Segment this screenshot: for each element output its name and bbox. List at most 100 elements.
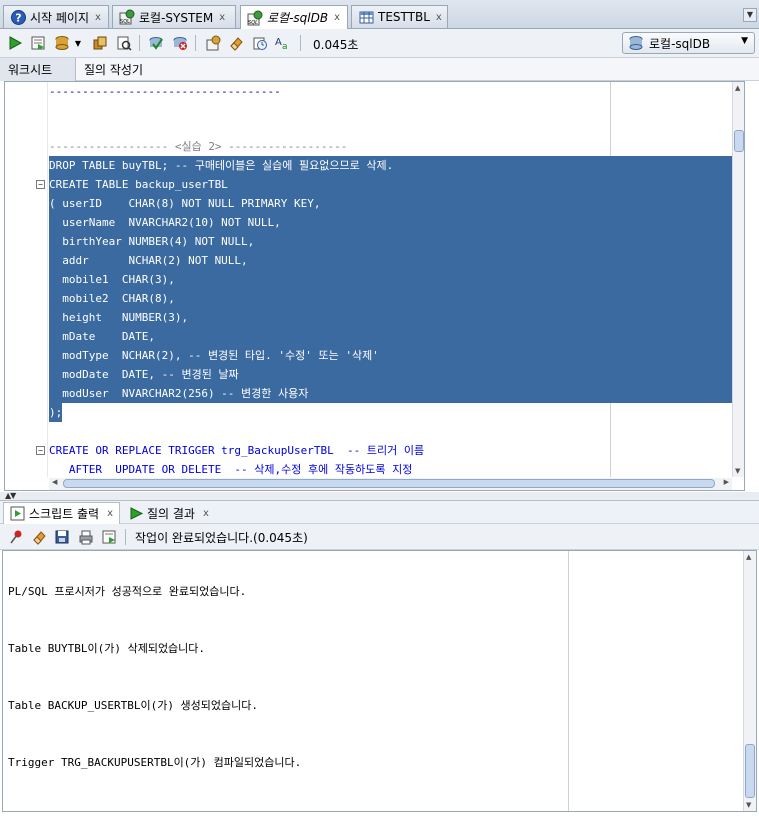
code-line-selected: CREATE TABLE backup_userTBL (49, 175, 733, 194)
pin-icon (10, 530, 22, 544)
tab-script-output[interactable]: 스크립트 출력 x (3, 502, 120, 524)
tab-label: 로컬-sqlDB (267, 11, 329, 25)
output-toolbar: 작업이 완료되었습니다.(0.045초) (0, 524, 759, 550)
pin-button[interactable] (6, 527, 26, 547)
run-script-button[interactable] (28, 33, 48, 53)
sql-worksheet-icon (206, 35, 221, 51)
editor-vertical-scrollbar[interactable]: ▲ ▼ (732, 82, 744, 477)
scroll-right-icon[interactable]: ▶ (724, 478, 729, 486)
output-vertical-scrollbar[interactable]: ▲ ▼ (743, 551, 756, 811)
svg-text:SQL: SQL (248, 20, 258, 26)
output-tabs: 스크립트 출력 x 질의 결과 x (0, 500, 759, 524)
print-output-button[interactable] (76, 527, 96, 547)
tab-label: 로컬-SYSTEM (139, 10, 214, 25)
tab-query-builder[interactable]: 질의 작성기 (76, 58, 151, 81)
tab-testtbl[interactable]: TESTTBL x (351, 5, 448, 28)
output-line: Table BACKUP_USERTBL이(가) 생성되었습니다. (8, 699, 259, 712)
tab-label: TESTTBL (378, 10, 430, 24)
save-output-button[interactable] (52, 527, 72, 547)
autotrace-button[interactable] (52, 33, 72, 53)
close-icon[interactable]: x (107, 508, 113, 519)
unshared-worksheet-button[interactable] (203, 33, 223, 53)
worksheet-subtabs: 워크시트 질의 작성기 (0, 58, 759, 81)
explain-plan-button[interactable] (90, 33, 110, 53)
gutter-divider (47, 82, 48, 477)
scroll-down-icon[interactable]: ▼ (746, 801, 751, 809)
code-line-selected: modDate DATE, -- 변경된 날짜 (49, 365, 733, 384)
right-margin-line (568, 551, 569, 811)
code-line-selected: modType NCHAR(2), -- 변경된 타입. '수정' 또는 '삭제… (49, 346, 733, 365)
code-line: ------------------ <실습 2> --------------… (49, 140, 348, 153)
svg-text:?: ? (15, 11, 21, 24)
toolbar-separator (195, 35, 196, 51)
worksheet-toolbar: ▼ Aa 0.045초 로컬-sqlDB ▼ (0, 29, 759, 58)
run-script-icon (31, 36, 45, 50)
close-icon[interactable]: x (219, 12, 225, 23)
sql-worksheet-icon: SQL (119, 9, 135, 25)
tab-start-page[interactable]: ? 시작 페이지 x (3, 5, 109, 28)
to-upper-lower-button[interactable]: Aa (273, 33, 293, 53)
output-line: Table BUYTBL이(가) 삭제되었습니다. (8, 642, 206, 655)
code-line-selected: addr NCHAR(2) NOT NULL, (49, 251, 733, 270)
scrollbar-thumb[interactable] (63, 479, 715, 488)
pane-splitter[interactable]: ▲▼ (0, 491, 759, 500)
scrollbar-thumb[interactable] (745, 744, 755, 798)
splitter-arrows-icon[interactable]: ▲▼ (5, 491, 16, 500)
script-output-pane[interactable]: PL/SQL 프로시저가 성공적으로 완료되었습니다. Table BUYTBL… (2, 550, 757, 812)
code-line-selected: ); (49, 403, 63, 422)
connection-name: 로컬-sqlDB (649, 36, 711, 51)
run-statement-button[interactable] (5, 33, 25, 53)
tab-local-sqldb[interactable]: SQL 로컬-sqlDB x (240, 5, 348, 29)
history-icon (253, 37, 267, 50)
tab-list-dropdown-icon[interactable]: ▼ (743, 8, 757, 22)
commit-button[interactable] (146, 33, 166, 53)
scroll-up-icon[interactable]: ▲ (746, 553, 751, 561)
commit-icon (149, 37, 163, 50)
save-icon (55, 530, 69, 544)
code-line-selected: ( userID CHAR(8) NOT NULL PRIMARY KEY, (49, 194, 733, 213)
run-script-output-button[interactable] (99, 527, 119, 547)
code-line: ----------------------------------- (49, 85, 281, 98)
script-output-icon (10, 506, 25, 521)
close-icon[interactable]: x (95, 12, 101, 23)
elapsed-time: 0.045초 (313, 38, 359, 52)
tab-local-system[interactable]: SQL 로컬-SYSTEM x (112, 5, 236, 28)
clear-button[interactable] (226, 33, 246, 53)
svg-text:A: A (275, 37, 282, 48)
tab-query-result[interactable]: 질의 결과 x (122, 502, 215, 524)
output-line: PL/SQL 프로시저가 성공적으로 완료되었습니다. (8, 585, 247, 598)
editor-horizontal-scrollbar[interactable]: ◀ ▶ (49, 478, 732, 490)
toolbar-separator (125, 529, 126, 545)
code-line-selected: modUser NVARCHAR2(256) -- 변경한 사용자 (49, 384, 733, 403)
code-line-selected: mobile2 CHAR(8), (49, 289, 733, 308)
toolbar-separator (139, 35, 140, 51)
history-button[interactable] (250, 33, 270, 53)
print-icon (79, 530, 93, 545)
rollback-button[interactable] (170, 33, 190, 53)
autotrace-dropdown-icon[interactable]: ▼ (72, 33, 84, 53)
svg-text:a: a (282, 42, 288, 51)
sql-tuning-button[interactable] (114, 33, 134, 53)
scroll-up-icon[interactable]: ▲ (735, 84, 740, 92)
code-line-selected: height NUMBER(3), (49, 308, 733, 327)
scroll-down-icon[interactable]: ▼ (735, 467, 740, 475)
fold-toggle-icon[interactable]: − (36, 446, 45, 455)
connection-select[interactable]: 로컬-sqlDB ▼ (622, 32, 755, 54)
close-icon[interactable]: x (203, 508, 209, 519)
eraser-icon (33, 531, 46, 545)
scroll-left-icon[interactable]: ◀ (52, 478, 57, 486)
sql-editor[interactable]: ----------------------------------- ----… (4, 81, 745, 491)
case-convert-icon: Aa (275, 37, 288, 51)
chevron-down-icon: ▼ (741, 36, 748, 46)
clear-output-button[interactable] (29, 527, 49, 547)
fold-toggle-icon[interactable]: − (36, 180, 45, 189)
close-icon[interactable]: x (334, 12, 340, 23)
connection-icon (629, 36, 643, 50)
sql-worksheet-icon: SQL (247, 10, 263, 26)
scrollbar-thumb[interactable] (734, 130, 744, 152)
help-icon: ? (10, 9, 26, 25)
run-script-icon (102, 530, 116, 544)
code-line: CREATE OR REPLACE TRIGGER trg_BackupUser… (49, 444, 425, 457)
close-icon[interactable]: x (436, 12, 442, 23)
tab-worksheet[interactable]: 워크시트 (0, 58, 76, 81)
